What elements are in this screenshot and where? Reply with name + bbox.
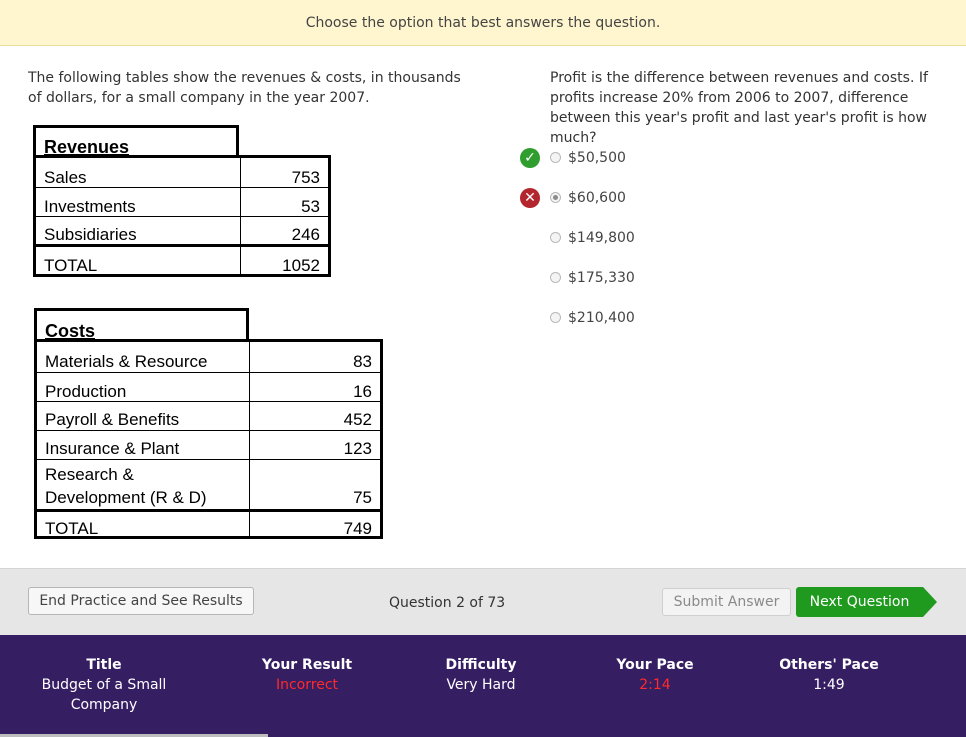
navigation-bar: End Practice and See Results Question 2 … <box>0 568 966 635</box>
footer-result-column: Your Result Incorrect <box>232 655 382 695</box>
footer-header: Your Result <box>261 657 353 673</box>
costs-table: Materials & Resource 83 Production 16 Pa… <box>34 339 383 539</box>
row-label: Research & <box>45 465 134 484</box>
row-value: 749 <box>343 519 372 538</box>
result-status: Incorrect <box>275 677 339 693</box>
choice-label: $210,400 <box>568 310 635 326</box>
revenues-table-title: Revenues <box>33 125 239 157</box>
footer-difficulty-column: Difficulty Very Hard <box>406 655 556 695</box>
footer-pace-column: Your Pace 2:14 <box>580 655 730 695</box>
choice-label: $175,330 <box>568 270 635 286</box>
choice-label: $149,800 <box>568 230 635 246</box>
arrow-right-icon <box>923 587 937 617</box>
footer-value: Budget of a Small <box>41 677 167 693</box>
table-row: Investments 53 <box>36 188 328 217</box>
choice-label: $60,600 <box>568 190 626 206</box>
row-value: 1052 <box>282 256 320 275</box>
incorrect-x-icon: ✕ <box>520 188 540 208</box>
radio-button[interactable] <box>550 272 561 283</box>
table-row: Insurance & Plant 123 <box>37 431 380 460</box>
costs-table-title: Costs <box>34 308 249 341</box>
question-stem: The following tables show the revenues &… <box>28 70 461 106</box>
row-label: TOTAL <box>44 256 98 275</box>
table-row: Research & Development (R & D) 75 <box>37 460 380 510</box>
footer-header: Title <box>86 657 122 673</box>
radio-button[interactable] <box>550 152 561 163</box>
your-pace-value: 2:14 <box>639 677 671 693</box>
footer-title-column: Title Budget of a Small Company <box>24 655 184 715</box>
table-row: Payroll & Benefits 452 <box>37 402 380 431</box>
difficulty-value: Very Hard <box>446 677 516 693</box>
costs-title-text: Costs <box>45 321 96 341</box>
radio-button[interactable] <box>550 232 561 243</box>
table-row: Sales 753 <box>36 158 328 188</box>
table-row-total: TOTAL 1052 <box>36 245 328 275</box>
row-value: 75 <box>353 488 372 507</box>
revenues-table: Sales 753 Investments 53 Subsidiaries 24… <box>33 155 331 277</box>
table-row-total: TOTAL 749 <box>37 510 380 538</box>
footer-header: Difficulty <box>445 657 517 673</box>
next-question-label: Next Question <box>809 594 910 610</box>
revenues-title-text: Revenues <box>44 137 130 157</box>
results-footer: Title Budget of a Small Company Your Res… <box>0 635 966 737</box>
submit-answer-button[interactable]: Submit Answer <box>662 588 791 616</box>
row-label-line2: Development (R & D) <box>45 488 207 507</box>
next-question-button[interactable]: Next Question <box>796 587 937 617</box>
table-row: Materials & Resource 83 <box>37 342 380 373</box>
correct-check-icon: ✓ <box>520 148 540 168</box>
instruction-banner: Choose the option that best answers the … <box>0 0 966 46</box>
footer-header: Your Pace <box>616 657 694 673</box>
question-counter: Question 2 of 73 <box>389 595 506 611</box>
table-row: Production 16 <box>37 373 380 402</box>
others-pace-value: 1:49 <box>813 677 845 693</box>
row-label: TOTAL <box>45 519 99 538</box>
footer-value-line2: Company <box>70 697 138 713</box>
question-text: Profit is the difference between revenue… <box>550 70 928 146</box>
radio-button[interactable] <box>550 312 561 323</box>
footer-others-column: Others' Pace 1:49 <box>754 655 904 695</box>
end-practice-button[interactable]: End Practice and See Results <box>28 587 254 615</box>
footer-header: Others' Pace <box>779 657 879 673</box>
radio-button-selected[interactable] <box>550 192 561 203</box>
table-row: Subsidiaries 246 <box>36 217 328 245</box>
choice-label: $50,500 <box>568 150 626 166</box>
